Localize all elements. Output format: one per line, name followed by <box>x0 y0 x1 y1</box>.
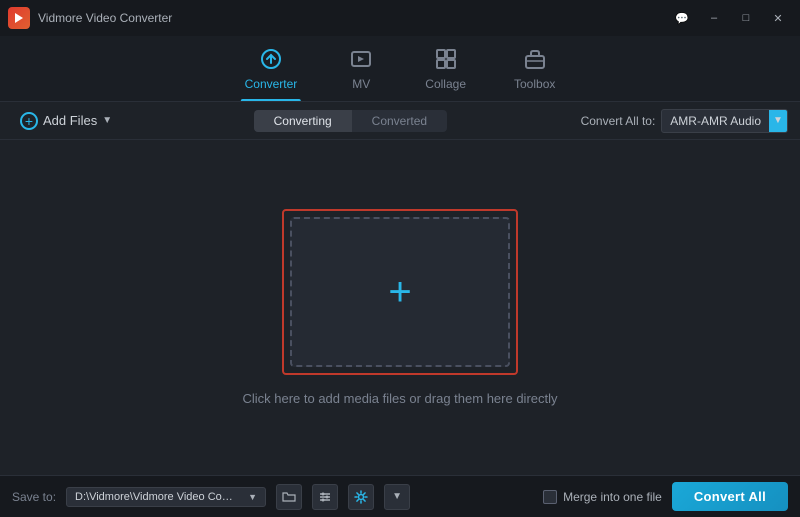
convert-all-format: Convert All to: AMR-AMR Audio ▼ <box>581 109 788 133</box>
drop-zone-plus-icon: + <box>388 272 411 312</box>
app-logo <box>8 7 30 29</box>
statusbar: Save to: D:\Vidmore\Vidmore Video Conver… <box>0 475 800 517</box>
settings-1-button[interactable] <box>312 484 338 510</box>
tab-toolbox[interactable]: Toolbox <box>490 42 579 101</box>
add-files-label: Add Files <box>43 113 97 128</box>
close-button[interactable]: ✕ <box>764 7 792 29</box>
save-path-input[interactable]: D:\Vidmore\Vidmore Video Converter\Conve… <box>66 487 266 507</box>
mv-icon <box>350 48 372 74</box>
convert-all-to-label: Convert All to: <box>581 114 656 128</box>
minimize-button[interactable]: – <box>700 7 728 29</box>
main-content: + Click here to add media files or drag … <box>0 140 800 475</box>
converter-icon <box>260 48 282 74</box>
nav-tabs: Converter MV Collage <box>0 36 800 102</box>
merge-checkbox-area: Merge into one file <box>543 490 662 504</box>
toolbox-icon <box>524 48 546 74</box>
format-value: AMR-AMR Audio <box>670 114 761 128</box>
drop-zone[interactable]: + <box>290 217 510 367</box>
chat-button[interactable]: 💬 <box>668 7 696 29</box>
tab-converter[interactable]: Converter <box>221 42 322 101</box>
merge-label: Merge into one file <box>563 490 662 504</box>
gear-button[interactable] <box>348 484 374 510</box>
add-files-button[interactable]: + Add Files ▼ <box>12 108 120 134</box>
titlebar: Vidmore Video Converter 💬 – □ ✕ <box>0 0 800 36</box>
subtab-converted[interactable]: Converted <box>352 110 447 132</box>
folder-open-button[interactable] <box>276 484 302 510</box>
collage-icon <box>435 48 457 74</box>
drop-hint: Click here to add media files or drag th… <box>242 391 557 406</box>
tab-collage[interactable]: Collage <box>401 42 490 101</box>
tab-collage-label: Collage <box>425 77 466 91</box>
app-title: Vidmore Video Converter <box>38 11 668 25</box>
arrow-button[interactable]: ▼ <box>384 484 410 510</box>
tab-mv-label: MV <box>352 77 370 91</box>
tab-toolbox-label: Toolbox <box>514 77 555 91</box>
save-path-text: D:\Vidmore\Vidmore Video Converter\Conve… <box>75 491 235 503</box>
tab-converter-label: Converter <box>245 77 298 91</box>
maximize-button[interactable]: □ <box>732 7 760 29</box>
subtab-converting[interactable]: Converting <box>254 110 352 132</box>
toolbar: + Add Files ▼ Converting Converted Conve… <box>0 102 800 140</box>
window-controls: 💬 – □ ✕ <box>668 7 792 29</box>
convert-all-button[interactable]: Convert All <box>672 482 788 511</box>
drop-zone-outer: + <box>282 209 518 375</box>
add-files-arrow-icon: ▼ <box>102 115 112 126</box>
merge-checkbox[interactable] <box>543 490 557 504</box>
add-files-icon: + <box>20 112 38 130</box>
sub-tabs: Converting Converted <box>254 110 447 132</box>
format-dropdown[interactable]: AMR-AMR Audio ▼ <box>661 109 788 133</box>
save-to-label: Save to: <box>12 490 56 504</box>
format-dropdown-arrow-icon: ▼ <box>769 110 787 132</box>
tab-mv[interactable]: MV <box>321 42 401 101</box>
toolbar-center: Converting Converted <box>120 110 580 132</box>
path-arrow-icon: ▼ <box>248 492 257 502</box>
